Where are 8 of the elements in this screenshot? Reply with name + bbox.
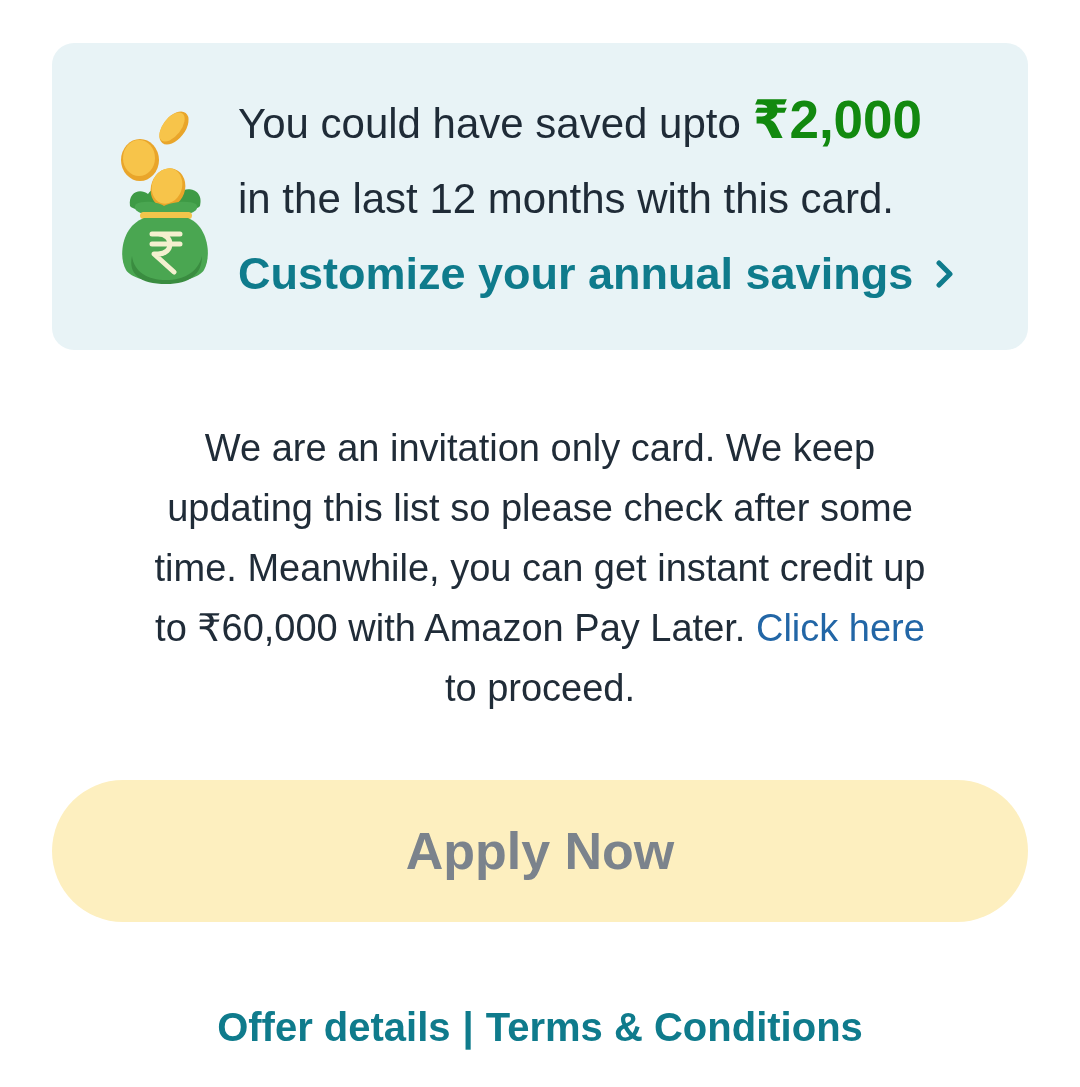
footer-link[interactable]: Terms & Conditions — [485, 1004, 863, 1050]
savings-text: You could have saved upto ₹2,000 in the last 12 months with this card. — [238, 89, 924, 224]
chevron-right-icon — [935, 259, 956, 288]
click-here-link[interactable]: Click here — [755, 607, 925, 649]
footer-link[interactable]: Offer details — [217, 1004, 451, 1050]
link-separator: | — [462, 1004, 474, 1050]
customize-savings-link[interactable]: Customize your annual savings — [238, 236, 956, 311]
message-text: We are an invitation only card. We keep updating this list so please check after some time. Meanwhile, you can get instant credit up to ₹60,000 with Amazon Pay Later. Click here to proceed. — [153, 426, 927, 711]
